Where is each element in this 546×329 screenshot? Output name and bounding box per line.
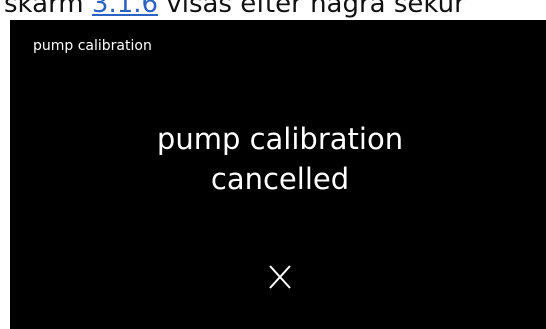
caption-prefix: skärm — [4, 0, 92, 19]
close-button[interactable] — [258, 255, 302, 299]
caption-suffix: visas efter några sekur — [158, 0, 465, 19]
document-caption: skärm 3.1.6 visas efter några sekur — [4, 0, 465, 19]
status-message: pump calibration cancelled — [10, 119, 546, 199]
document-page: skärm 3.1.6 visas efter några sekur pump… — [0, 0, 546, 329]
close-icon — [269, 265, 291, 289]
screen-reference-link[interactable]: 3.1.6 — [92, 0, 158, 19]
status-message-line-1: pump calibration — [156, 122, 404, 156]
screen-title: pump calibration — [33, 38, 152, 54]
status-message-line-2: cancelled — [210, 162, 350, 196]
device-screen: pump calibration pump calibration cancel… — [10, 20, 546, 329]
